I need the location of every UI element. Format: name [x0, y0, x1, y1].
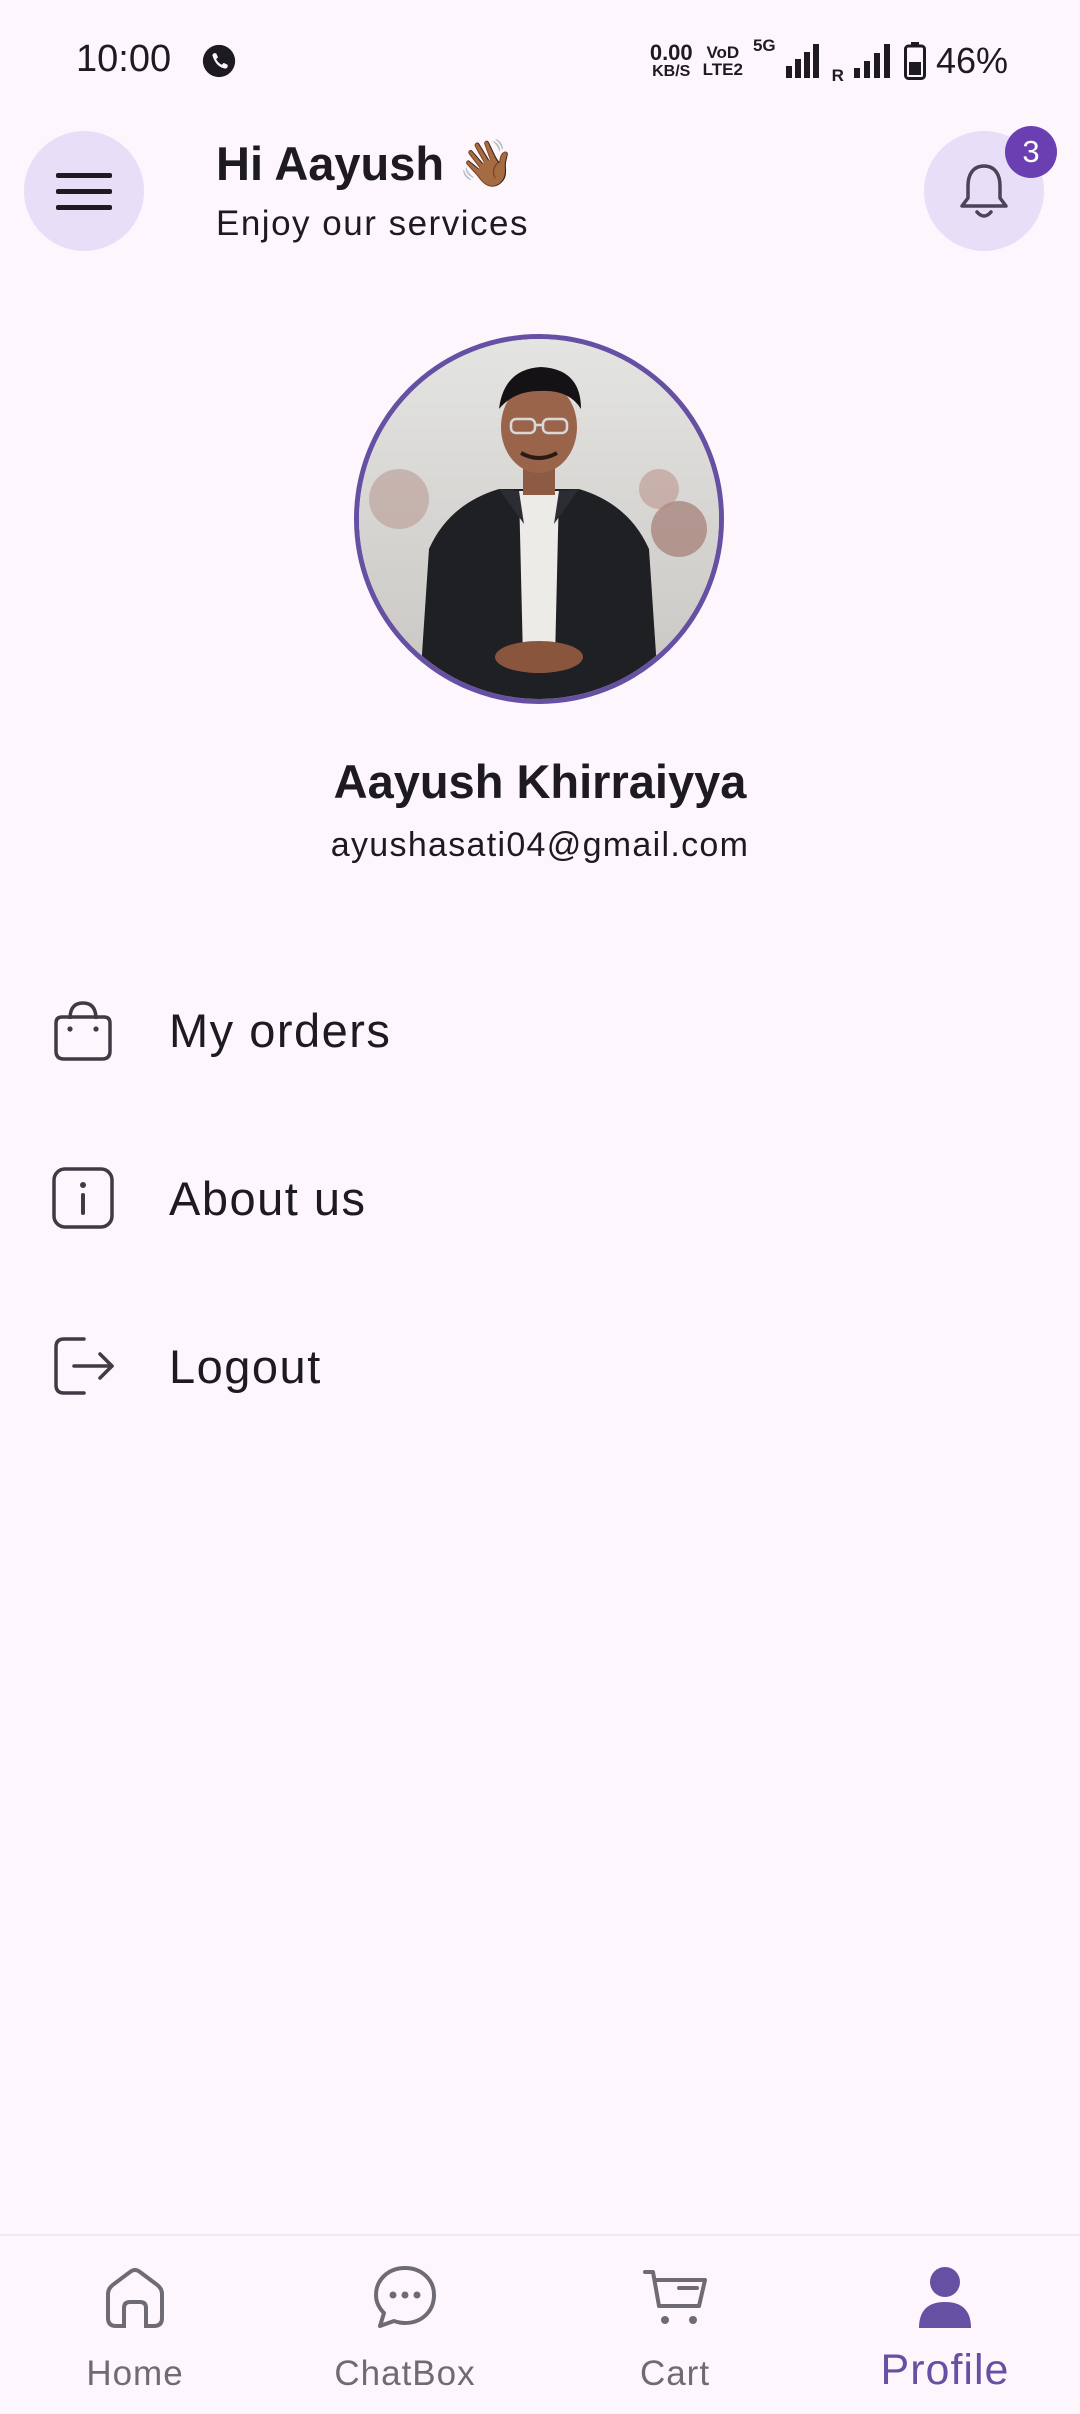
shopping-bag-icon [54, 1001, 112, 1061]
menu-item-label: Logout [169, 1339, 322, 1393]
home-icon [106, 2268, 164, 2328]
nav-label: ChatBox [334, 2354, 476, 2393]
nav-label: Home [86, 2354, 184, 2393]
volte-indicator: VoD LTE2 [702, 43, 743, 79]
nav-item-cart[interactable]: Cart [540, 2236, 810, 2414]
notification-badge: 3 [1005, 126, 1057, 178]
nav-item-chatbox[interactable]: ChatBox [270, 2236, 540, 2414]
bottom-navigation: Home ChatBox Cart Profile [0, 2234, 1080, 2414]
greeting-subtitle: Enjoy our services [216, 204, 529, 243]
menu-item-label: My orders [169, 1003, 392, 1057]
profile-icon [919, 2267, 971, 2328]
nav-label: Profile [880, 2346, 1010, 2394]
status-time: 10:00 [76, 38, 172, 80]
bell-icon [960, 164, 1008, 218]
wave-emoji: 👋🏾 [458, 137, 516, 189]
nav-item-profile[interactable]: Profile [810, 2236, 1080, 2414]
status-bar: 10:00 0.00 KB/S VoD LTE2 5G R 46% [0, 0, 1080, 124]
logout-icon [54, 1337, 114, 1395]
menu-item-my-orders[interactable]: My orders [0, 960, 1080, 1100]
info-icon [52, 1167, 114, 1229]
profile-email: ayushasati04@gmail.com [330, 826, 750, 864]
network-type: 5G [752, 36, 776, 55]
menu-item-about-us[interactable]: About us [0, 1128, 1080, 1268]
avatar-photo [359, 339, 719, 699]
nav-item-home[interactable]: Home [0, 2236, 270, 2414]
signal-icon-2 [853, 44, 890, 78]
profile-name: Aayush Khirraiyya [333, 755, 747, 808]
avatar[interactable] [354, 334, 724, 704]
whatsapp-icon [202, 44, 236, 78]
battery-icon [903, 42, 926, 80]
roaming-indicator: R [831, 66, 844, 85]
menu-button[interactable] [24, 131, 144, 251]
battery-percent: 46% [935, 40, 1008, 81]
nav-label: Cart [639, 2354, 711, 2393]
signal-icon [785, 44, 819, 78]
greeting-text: Hi Aayush [216, 137, 445, 190]
cart-icon [643, 2270, 707, 2324]
network-speed: 0.00 KB/S [649, 40, 693, 80]
menu-item-label: About us [169, 1171, 367, 1225]
greeting-title: Hi Aayush 👋🏾 [216, 136, 515, 191]
chat-icon [374, 2266, 436, 2328]
hamburger-icon [56, 173, 112, 210]
status-indicators: 0.00 KB/S VoD LTE2 5G R 46% [650, 36, 1008, 86]
menu-item-logout[interactable]: Logout [0, 1296, 1080, 1436]
